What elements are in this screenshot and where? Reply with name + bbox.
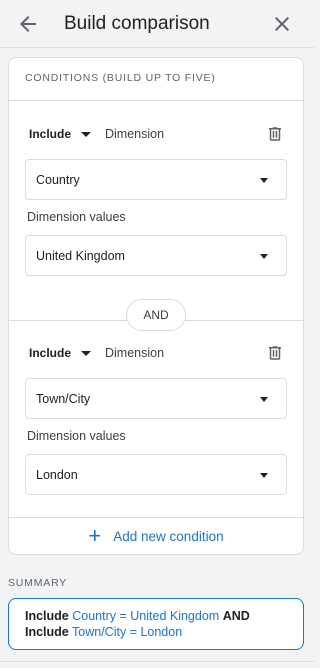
add-condition-button[interactable]: + Add new condition [9, 518, 303, 554]
caret-down-icon [81, 131, 92, 137]
summary-box: Include Country = United Kingdom AND Inc… [8, 598, 304, 650]
conditions-card: CONDITIONS (BUILD UP TO FIVE) Include Di… [8, 57, 304, 555]
dimension-values-select-value: United Kingdom [36, 249, 125, 263]
dropdown-arrow-icon [260, 473, 268, 478]
bottom-divider [0, 661, 314, 662]
dimension-values-select-value: London [36, 468, 78, 482]
caret-down-icon [81, 350, 92, 356]
include-dropdown[interactable]: Include [29, 122, 92, 146]
dimension-select-value: Town/City [36, 392, 91, 406]
add-condition-label: Add new condition [113, 528, 224, 544]
dimension-values-select[interactable]: London [25, 454, 287, 495]
delete-icon[interactable] [266, 125, 284, 143]
panel-header: Build comparison [0, 0, 314, 48]
dimension-values-label: Dimension values [27, 210, 126, 224]
and-separator: AND [126, 299, 186, 331]
summary-include: Include [25, 609, 69, 623]
dimension-select[interactable]: Country [25, 159, 287, 200]
delete-icon[interactable] [266, 344, 284, 362]
summary-line-1: Include Country = United Kingdom AND [25, 608, 287, 624]
summary-condition: Country = United Kingdom [72, 609, 220, 623]
dimension-select[interactable]: Town/City [25, 378, 287, 419]
dimension-select-value: Country [36, 173, 80, 187]
summary-joiner: AND [222, 609, 250, 623]
summary-label: SUMMARY [8, 577, 68, 589]
include-label: Include [29, 346, 72, 360]
dimension-label: Dimension [105, 346, 165, 360]
plus-icon: + [88, 523, 102, 548]
dimension-values-label: Dimension values [27, 429, 126, 443]
include-label: Include [29, 127, 72, 141]
summary-condition: Town/City = London [72, 625, 183, 639]
conditions-card-header: CONDITIONS (BUILD UP TO FIVE) [9, 58, 303, 101]
include-dropdown[interactable]: Include [29, 341, 92, 365]
summary-line-2: Include Town/City = London [25, 624, 287, 640]
dropdown-arrow-icon [260, 178, 268, 183]
close-icon[interactable] [270, 12, 294, 36]
arrow-back-icon[interactable] [16, 12, 40, 36]
dropdown-arrow-icon [260, 397, 268, 402]
dropdown-arrow-icon [260, 254, 268, 259]
dimension-values-select[interactable]: United Kingdom [25, 235, 287, 276]
dimension-label: Dimension [105, 127, 165, 141]
panel-title: Build comparison [64, 13, 210, 34]
conditions-heading: CONDITIONS (BUILD UP TO FIVE) [25, 72, 216, 84]
summary-include: Include [25, 625, 69, 639]
